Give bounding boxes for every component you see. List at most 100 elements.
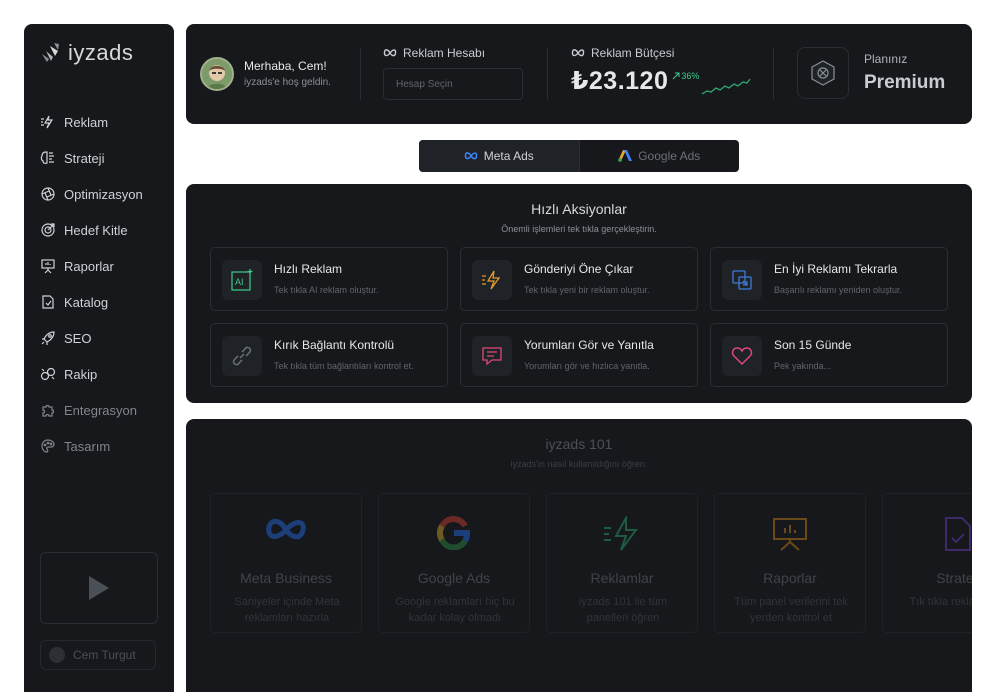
- trend-up-icon: [673, 72, 680, 80]
- quick-action-desc: Başarılı reklamı yeniden oluştur.: [774, 285, 903, 295]
- aperture-icon: [41, 187, 55, 201]
- learn-panel: iyzads 101 iyzads'in nasıl kullanıldığın…: [186, 419, 972, 692]
- quick-action-icon-box: [472, 260, 512, 300]
- sidebar-item-label: SEO: [64, 330, 92, 346]
- sidebar-item-hedef-kitle[interactable]: Hedef Kitle: [40, 212, 170, 248]
- quick-action-card[interactable]: Son 15 Günde Pek yakında...: [710, 323, 948, 387]
- quick-action-card[interactable]: En İyi Reklamı Tekrarla Başarılı reklamı…: [710, 247, 948, 311]
- sparkline: [702, 78, 751, 95]
- quick-action-desc: Yorumları gör ve hızlıca yanıtla.: [524, 361, 650, 371]
- sidebar-item-raporlar[interactable]: Raporlar: [40, 248, 170, 284]
- logo-icon: [42, 43, 59, 62]
- svg-text:AI: AI: [235, 277, 244, 287]
- quick-action-title: Hızlı Reklam: [274, 262, 343, 276]
- copy-icon: [732, 270, 752, 290]
- quick-action-desc: Tek tıkla tüm bağlantıları kontrol et.: [274, 361, 414, 371]
- sidebar-item-label: Reklam: [64, 114, 109, 130]
- section-title: iyzads 101: [545, 436, 613, 452]
- learn-card-desc: Tüm panel verilerini tek yerden kontrol …: [734, 596, 848, 624]
- meta-icon: [266, 518, 306, 540]
- heart-icon: [731, 347, 753, 366]
- sidebar-item-label: Tasarım: [64, 438, 111, 454]
- competitor-icon: [40, 367, 56, 381]
- sidebar: iyzads Reklam Strateji Optimizasyon Hede…: [24, 24, 174, 692]
- learn-card-title: Reklamlar: [590, 570, 654, 586]
- platform-tabs: Meta Ads Google Ads: [419, 140, 739, 172]
- sidebar-item-optimizasyon[interactable]: Optimizasyon: [40, 176, 170, 212]
- learn-card-title: Meta Business: [240, 570, 332, 586]
- learn-card[interactable]: Meta Business Saniyeler içinde Meta rekl…: [210, 493, 362, 633]
- puzzle-icon: [42, 404, 55, 417]
- learn-card[interactable]: Raporlar Tüm panel verilerini tek yerden…: [714, 493, 866, 633]
- quick-action-card[interactable]: Yorumları Gör ve Yanıtla Yorumları gör v…: [460, 323, 698, 387]
- sidebar-item-label: Raporlar: [64, 258, 114, 274]
- sidebar-item-label: Optimizasyon: [64, 186, 143, 202]
- learn-card-title: Google Ads: [417, 570, 491, 586]
- avatar[interactable]: [200, 57, 234, 91]
- play-icon: [89, 576, 109, 600]
- sidebar-item-label: Hedef Kitle: [64, 222, 128, 238]
- learn-card-title: Strateji: [936, 570, 972, 586]
- budget-change: 36%: [681, 71, 700, 81]
- learn-card-desc: iyzads 101 ile tüm panelleri öğren: [578, 596, 668, 624]
- meta-icon: [383, 49, 397, 57]
- plan-info: Planınız Premium: [864, 52, 945, 94]
- user-name: Cem Turgut: [73, 648, 136, 662]
- link-icon: [232, 346, 252, 366]
- quick-action-desc: Tek tıkla AI reklam oluştur.: [274, 285, 379, 295]
- learn-card-desc: Tık tıkla reklamlarını: [909, 596, 972, 608]
- quick-action-icon-box: [472, 336, 512, 376]
- divider: [773, 48, 774, 100]
- budget-amount: ₺23.120: [571, 67, 669, 95]
- learn-card[interactable]: Reklamlar iyzads 101 ile tüm panelleri ö…: [546, 493, 698, 633]
- sidebar-nav: Reklam Strateji Optimizasyon Hedef Kitle…: [40, 104, 170, 464]
- sidebar-item-reklam[interactable]: Reklam: [40, 104, 170, 140]
- hexagon-badge-icon: [811, 60, 835, 86]
- sidebar-item-entegrasyon[interactable]: Entegrasyon: [40, 392, 170, 428]
- divider: [360, 48, 361, 100]
- header: Merhaba, Cem! iyzads'e hoş geldin. Rekla…: [186, 24, 972, 124]
- sidebar-item-katalog[interactable]: Katalog: [40, 284, 170, 320]
- tab-google-ads[interactable]: Google Ads: [580, 140, 740, 172]
- learn-card[interactable]: Google Ads Google reklamları hiç bu kada…: [378, 493, 530, 633]
- tab-meta-ads[interactable]: Meta Ads: [419, 140, 580, 172]
- ai-icon: AI: [231, 269, 253, 291]
- sidebar-item-strateji[interactable]: Strateji: [40, 140, 170, 176]
- quick-action-icon-box: [722, 260, 762, 300]
- quick-actions-panel: Hızlı Aksiyonlar Önemli işlemleri tek tı…: [186, 184, 972, 403]
- tab-label: Meta Ads: [483, 149, 534, 163]
- divider: [547, 48, 548, 100]
- sidebar-item-label: Katalog: [64, 294, 109, 310]
- user-profile[interactable]: Cem Turgut: [40, 640, 156, 670]
- ad-account-select[interactable]: Hesap Seçin: [383, 68, 523, 100]
- sidebar-item-rakip[interactable]: Rakip: [40, 356, 170, 392]
- logo[interactable]: iyzads: [40, 40, 133, 66]
- boost-icon: [482, 270, 501, 290]
- quick-action-title: Kırık Bağlantı Kontrolü: [274, 338, 395, 352]
- meta-icon: [571, 49, 585, 57]
- quick-action-icon-box: AI: [222, 260, 262, 300]
- quick-action-card[interactable]: Kırık Bağlantı Kontrolü Tek tıkla tüm ba…: [210, 323, 448, 387]
- learn-card-desc: Saniyeler içinde Meta reklamları hazırla: [234, 596, 340, 624]
- tutorial-video[interactable]: [40, 552, 158, 624]
- google-ads-icon: [618, 150, 633, 162]
- quick-action-icon-box: [722, 336, 762, 376]
- quick-action-card[interactable]: Gönderiyi Öne Çıkar Tek tıkla yeni bir r…: [460, 247, 698, 311]
- greeting: Merhaba, Cem! iyzads'e hoş geldin.: [244, 59, 331, 88]
- ad-budget: Reklam Bütçesi ₺23.120 36%: [571, 46, 751, 96]
- learn-card[interactable]: Strateji Tık tıkla reklamlarını: [882, 493, 972, 633]
- user-avatar-icon: [207, 65, 227, 89]
- brain-icon: [40, 151, 54, 164]
- plan-badge: [797, 47, 849, 99]
- sidebar-item-seo[interactable]: SEO: [40, 320, 170, 356]
- rocket-icon: [41, 331, 55, 345]
- sidebar-item-tasarim[interactable]: Tasarım: [40, 428, 170, 464]
- greeting-title: Merhaba, Cem!: [244, 59, 327, 73]
- section-subtitle: iyzads'in nasıl kullanıldığını öğren.: [510, 459, 648, 469]
- document-icon: [945, 517, 971, 551]
- sidebar-item-label: Rakip: [64, 366, 98, 382]
- plan-value: Premium: [864, 72, 946, 93]
- sidebar-item-label: Entegrasyon: [64, 402, 137, 418]
- quick-action-card[interactable]: AI Hızlı Reklam Tek tıkla AI reklam oluş…: [210, 247, 448, 311]
- section-title: Hızlı Aksiyonlar: [531, 201, 627, 217]
